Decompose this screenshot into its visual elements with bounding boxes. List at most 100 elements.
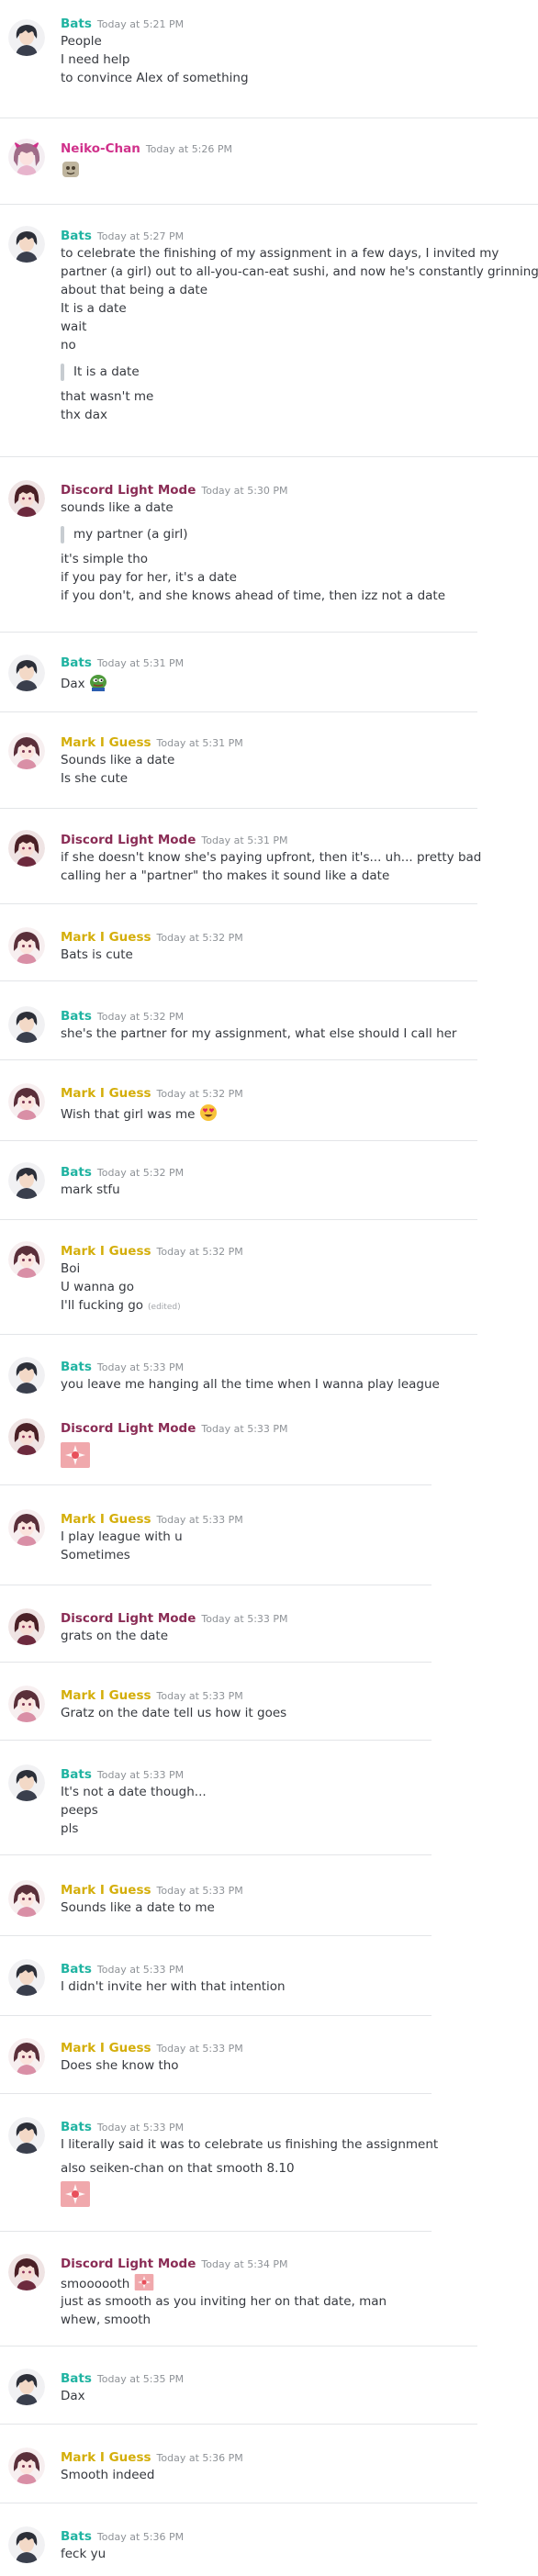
message: Bats Today at 5:32 PM she's the partner f… [0, 1006, 538, 1047]
avatar[interactable] [8, 2447, 45, 2484]
avatar[interactable] [8, 226, 45, 263]
message: Neiko-Chan Today at 5:26 PM [0, 139, 538, 194]
username[interactable]: Neiko-Chan [61, 141, 140, 156]
avatar[interactable] [8, 1608, 45, 1645]
message-text: Bats is cute [61, 947, 133, 962]
timestamp: Today at 5:36 PM [156, 2452, 243, 2464]
avatar[interactable] [8, 2038, 45, 2075]
pepe-emoji [89, 673, 107, 697]
timestamp: Today at 5:33 PM [96, 1964, 185, 1976]
divider [0, 632, 477, 633]
message-text: thx dax [61, 408, 107, 422]
avatar[interactable] [8, 480, 45, 517]
message-text: Boi [61, 1261, 81, 1276]
message: Mark I Guess Today at 5:33 PM Sounds like… [0, 1880, 538, 1921]
message-text: I play league with u [61, 1529, 183, 1544]
username[interactable]: Bats [61, 1767, 92, 1782]
block-quote: my partner (a girl) [61, 522, 529, 546]
message: Discord Light Mode Today at 5:34 PM smooo… [0, 2254, 538, 2327]
avatar[interactable] [8, 1241, 45, 1278]
message-text: It is a date [61, 301, 127, 316]
divider [0, 1219, 477, 1220]
username[interactable]: Discord Light Mode [61, 1421, 196, 1436]
avatar[interactable] [8, 733, 45, 769]
username[interactable]: Mark I Guess [61, 2450, 151, 2465]
message: Discord Light Mode Today at 5:30 PM sound… [0, 480, 538, 618]
timestamp: Today at 5:31 PM [201, 834, 288, 846]
message: Bats Today at 5:21 PM People I need help … [0, 14, 538, 101]
message-text: about that being a date [61, 283, 207, 297]
avatar[interactable] [8, 1686, 45, 1722]
username[interactable]: Bats [61, 229, 92, 243]
username[interactable]: Discord Light Mode [61, 833, 196, 847]
sparkle-emoji [61, 2181, 90, 2211]
avatar[interactable] [8, 1959, 45, 1996]
username[interactable]: Mark I Guess [61, 1883, 151, 1898]
avatar[interactable] [8, 2369, 45, 2405]
message-text: calling her a "partner" tho makes it sou… [61, 868, 390, 883]
message-text: it's simple tho [61, 552, 149, 566]
divider [0, 903, 477, 904]
message-text: Sounds like a date [61, 753, 175, 767]
avatar[interactable] [8, 830, 45, 867]
message-text: also seiken-chan on that smooth 8.10 [61, 2161, 295, 2176]
avatar[interactable] [8, 1083, 45, 1120]
message-text: partner (a girl) out to all-you-can-eat … [61, 264, 538, 279]
divider [0, 2015, 432, 2016]
username[interactable]: Discord Light Mode [61, 2257, 196, 2271]
timestamp: Today at 5:32 PM [156, 932, 243, 944]
avatar[interactable] [8, 927, 45, 964]
message-text: U wanna go [61, 1280, 134, 1294]
message: Discord Light Mode Today at 5:31 PM if sh… [0, 830, 538, 885]
username[interactable]: Discord Light Mode [61, 1611, 196, 1626]
message-text: to convince Alex of something [61, 71, 249, 85]
avatar[interactable] [8, 19, 45, 56]
username[interactable]: Discord Light Mode [61, 483, 196, 498]
username[interactable]: Mark I Guess [61, 1688, 151, 1703]
avatar[interactable] [8, 1764, 45, 1801]
avatar[interactable] [8, 1162, 45, 1199]
username[interactable]: Bats [61, 2371, 92, 2386]
username[interactable]: Bats [61, 2529, 92, 2544]
username[interactable]: Bats [61, 655, 92, 670]
username[interactable]: Bats [61, 1009, 92, 1024]
username[interactable]: Mark I Guess [61, 1244, 151, 1259]
username[interactable]: Mark I Guess [61, 1512, 151, 1527]
username[interactable]: Mark I Guess [61, 2041, 151, 2055]
username[interactable]: Bats [61, 1360, 92, 1374]
message-text: if you pay for her, it's a date [61, 570, 237, 585]
avatar[interactable] [8, 2526, 45, 2563]
avatar[interactable] [8, 1880, 45, 1917]
timestamp: Today at 5:32 PM [156, 1246, 243, 1258]
timestamp: Today at 5:36 PM [96, 2531, 185, 2543]
username[interactable]: Bats [61, 1962, 92, 1977]
message: Mark I Guess Today at 5:33 PM Does she kn… [0, 2038, 538, 2078]
message-text: I literally said it was to celebrate us … [61, 2137, 439, 2152]
divider [0, 2231, 432, 2232]
timestamp: Today at 5:32 PM [156, 1088, 243, 1100]
timestamp: Today at 5:33 PM [156, 2043, 243, 2055]
avatar[interactable] [8, 1006, 45, 1043]
avatar[interactable] [8, 2254, 45, 2290]
username[interactable]: Bats [61, 2120, 92, 2134]
timestamp: Today at 5:33 PM [96, 1769, 185, 1781]
username[interactable]: Mark I Guess [61, 930, 151, 945]
message-text: feck yu [61, 2547, 106, 2561]
message-text: smoooooth [61, 2277, 130, 2291]
avatar[interactable] [8, 1357, 45, 1394]
message: Bats Today at 5:32 PM mark stfu [0, 1162, 538, 1203]
username[interactable]: Mark I Guess [61, 735, 151, 750]
avatar[interactable] [8, 139, 45, 175]
avatar[interactable] [8, 655, 45, 691]
timestamp: Today at 5:26 PM [145, 143, 233, 155]
divider [0, 711, 477, 712]
avatar[interactable] [8, 1418, 45, 1455]
avatar[interactable] [8, 2117, 45, 2154]
username[interactable]: Bats [61, 1165, 92, 1180]
timestamp: Today at 5:31 PM [156, 737, 243, 749]
username[interactable]: Mark I Guess [61, 1086, 151, 1101]
username[interactable]: Bats [61, 17, 92, 31]
avatar[interactable] [8, 1509, 45, 1546]
heart-eyes-emoji [199, 1103, 218, 1127]
message-text: Dax [61, 2389, 85, 2403]
